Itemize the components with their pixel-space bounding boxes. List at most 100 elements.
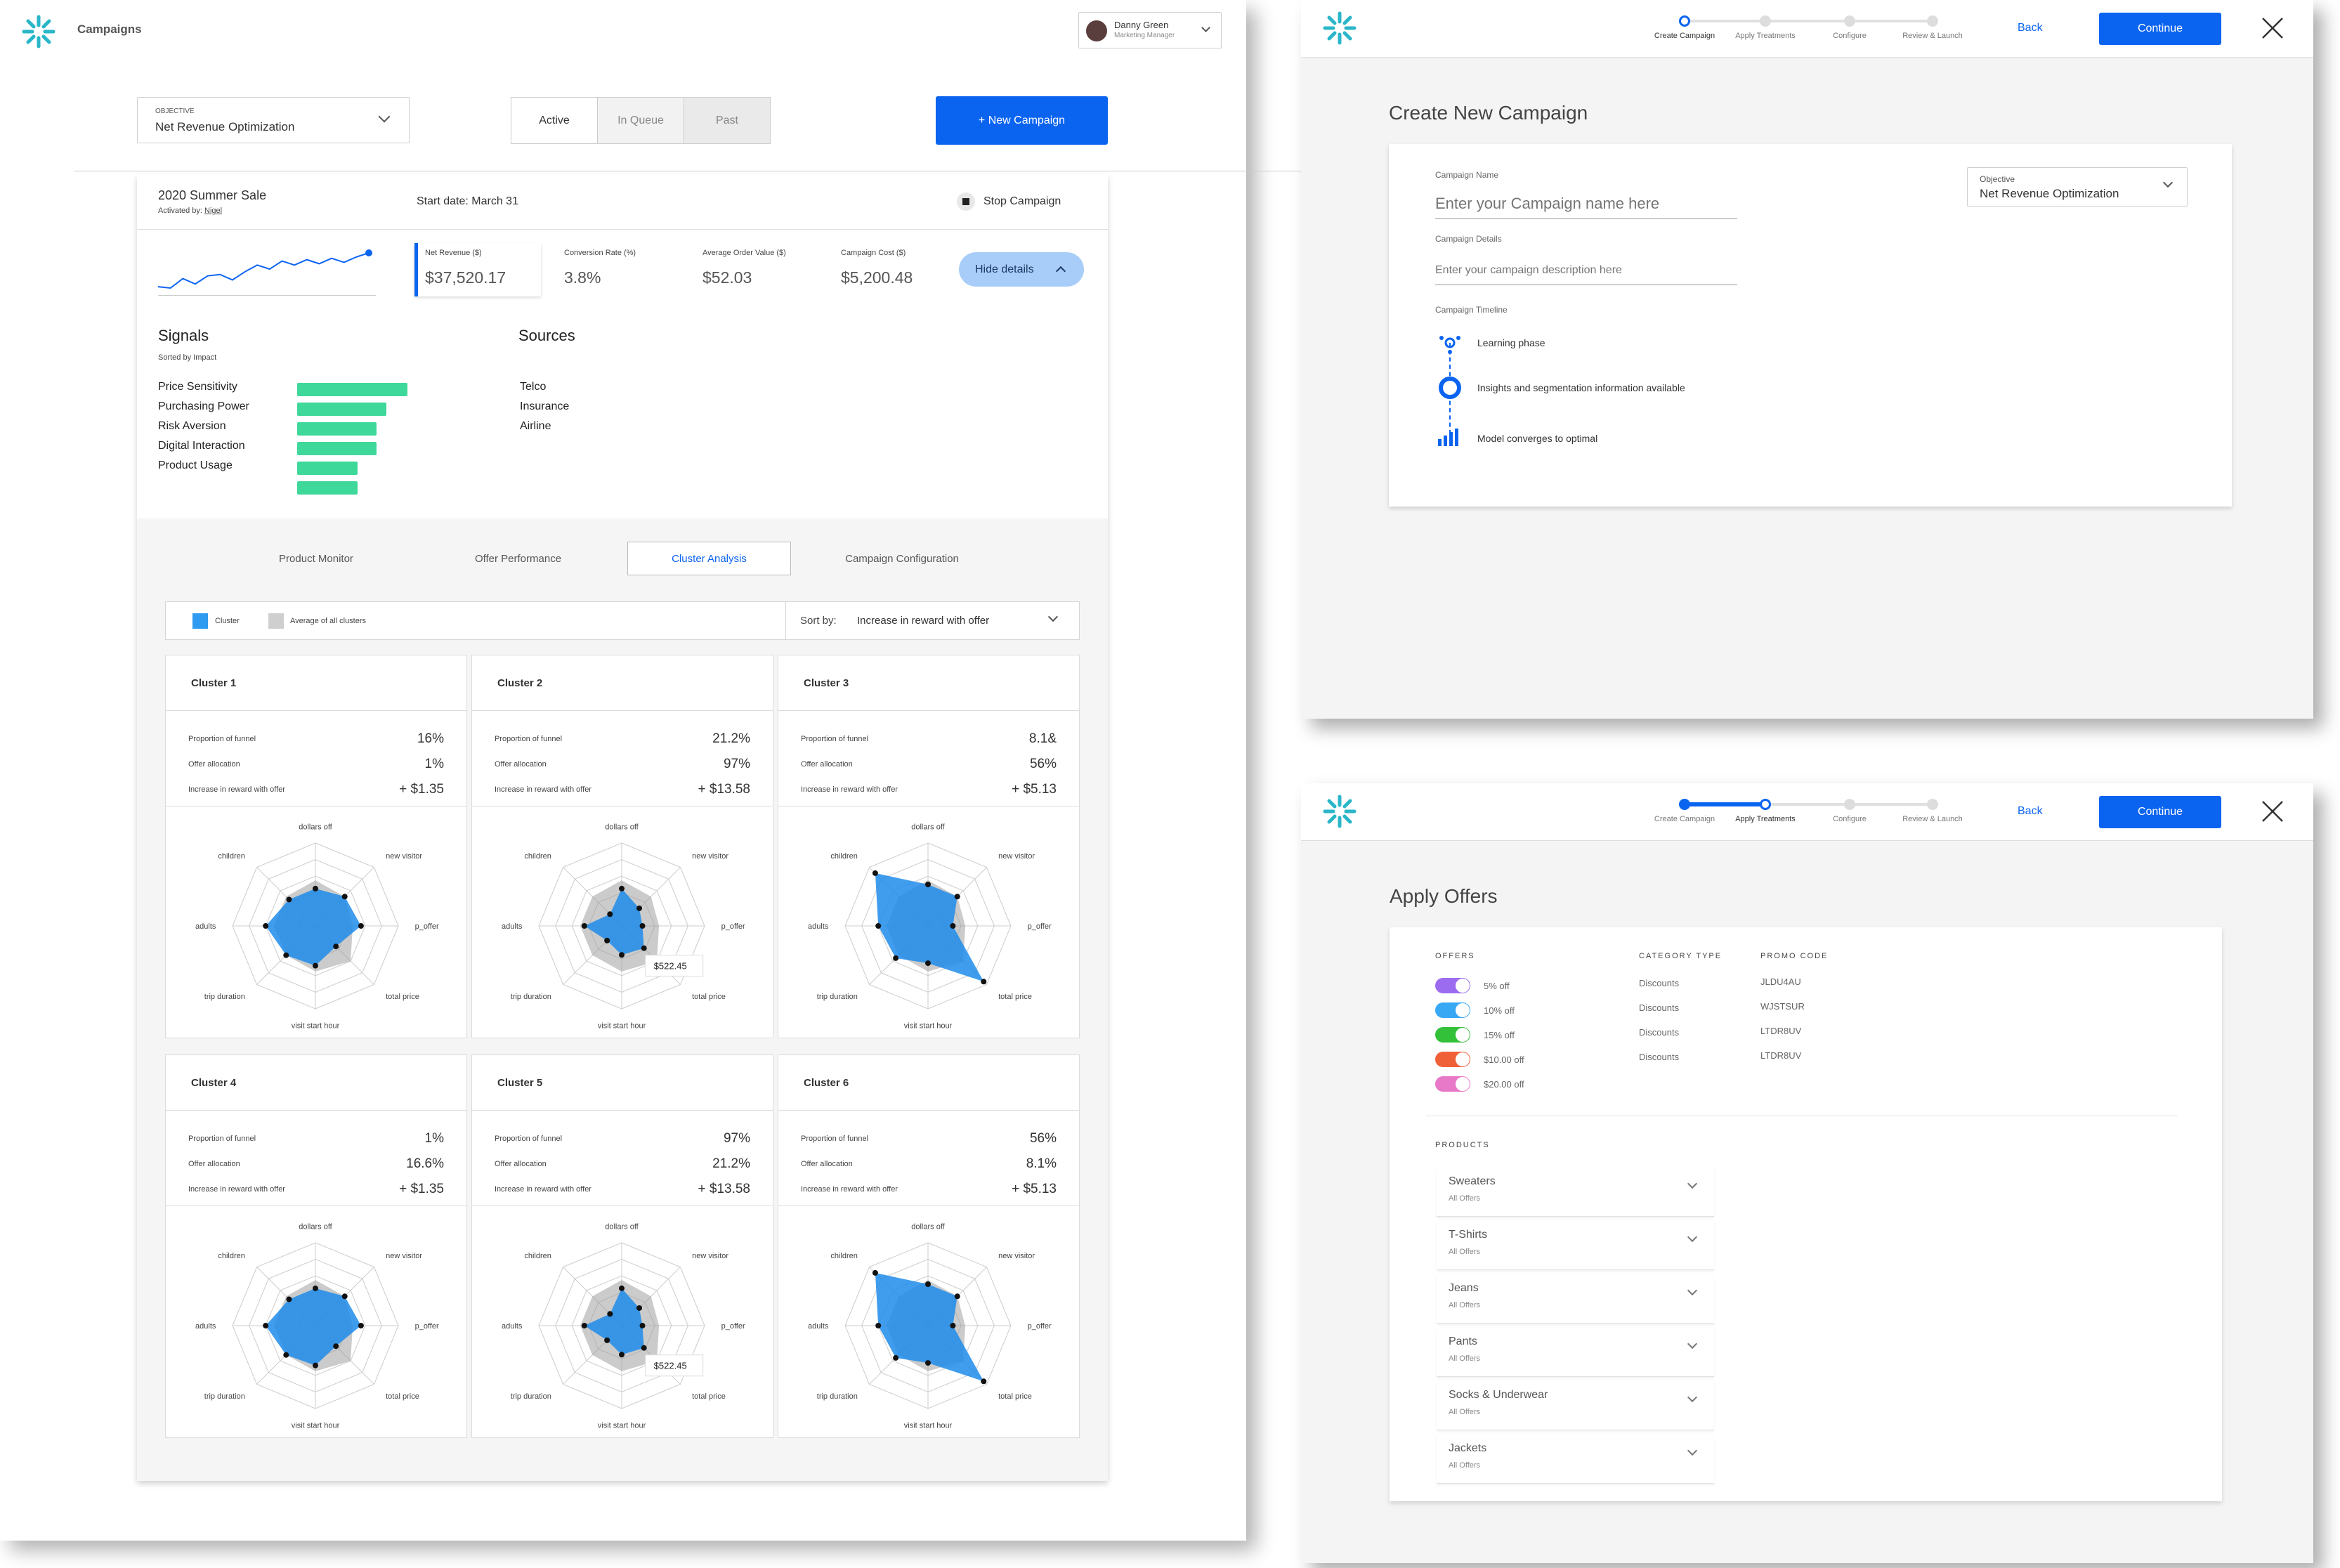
radar-point[interactable] bbox=[581, 1323, 587, 1328]
continue-button[interactable]: Continue bbox=[2099, 13, 2221, 45]
radar-point[interactable] bbox=[639, 1323, 646, 1328]
radar-point[interactable] bbox=[607, 911, 613, 917]
radar-point[interactable] bbox=[893, 1354, 899, 1361]
back-button[interactable]: Back bbox=[2018, 805, 2043, 818]
radar-point[interactable] bbox=[641, 1345, 647, 1351]
radar-point[interactable] bbox=[872, 1269, 878, 1276]
campaign-details-input[interactable] bbox=[1435, 256, 1737, 285]
analysis-tab-campaign-configuration[interactable]: Campaign Configuration bbox=[815, 542, 989, 575]
radar-point[interactable] bbox=[263, 923, 269, 929]
radar-point[interactable] bbox=[283, 1352, 289, 1358]
radar-point[interactable] bbox=[286, 896, 292, 903]
radar-point[interactable] bbox=[333, 943, 339, 950]
stop-campaign-button[interactable]: Stop Campaign bbox=[957, 192, 1061, 211]
radar-point[interactable] bbox=[925, 960, 931, 967]
back-button[interactable]: Back bbox=[2018, 22, 2043, 34]
radar-point[interactable] bbox=[313, 962, 318, 969]
tab-past[interactable]: Past bbox=[684, 98, 770, 143]
step-label[interactable]: Create Campaign bbox=[1654, 32, 1715, 40]
step-dot[interactable] bbox=[1760, 15, 1771, 27]
radar-point[interactable] bbox=[313, 885, 318, 891]
app-logo[interactable] bbox=[1322, 794, 1357, 829]
product-dropdown[interactable]: Sweaters All Offers bbox=[1437, 1168, 1714, 1217]
radar-point[interactable] bbox=[619, 1285, 625, 1291]
offer-toggle[interactable] bbox=[1435, 1076, 1470, 1092]
offer-toggle[interactable] bbox=[1435, 1027, 1470, 1043]
radar-point[interactable] bbox=[286, 1296, 292, 1302]
radar-point[interactable] bbox=[875, 923, 882, 929]
radar-point[interactable] bbox=[619, 952, 625, 958]
radar-point[interactable] bbox=[950, 923, 956, 929]
radar-point[interactable] bbox=[581, 923, 587, 929]
radar-point[interactable] bbox=[358, 1323, 364, 1328]
radar-point[interactable] bbox=[313, 1362, 318, 1368]
step-dot[interactable] bbox=[1844, 15, 1855, 27]
product-dropdown[interactable]: Jackets All Offers bbox=[1437, 1435, 1714, 1484]
step-dot[interactable] bbox=[1927, 799, 1938, 810]
radar-point[interactable] bbox=[313, 1285, 318, 1291]
radar-point[interactable] bbox=[604, 1337, 610, 1343]
product-dropdown[interactable]: Pants All Offers bbox=[1437, 1328, 1714, 1377]
offer-toggle[interactable] bbox=[1435, 1002, 1470, 1018]
product-dropdown[interactable]: Socks & Underwear All Offers bbox=[1437, 1381, 1714, 1430]
objective-select[interactable]: OBJECTIVE Net Revenue Optimization bbox=[137, 97, 410, 143]
tab-in-queue[interactable]: In Queue bbox=[598, 98, 684, 143]
step-label[interactable]: Review & Launch bbox=[1902, 32, 1963, 40]
step-label[interactable]: Create Campaign bbox=[1654, 815, 1715, 823]
radar-point[interactable] bbox=[636, 1305, 643, 1311]
tab-active[interactable]: Active bbox=[511, 98, 598, 143]
radar-point[interactable] bbox=[604, 937, 610, 943]
product-dropdown[interactable]: Jeans All Offers bbox=[1437, 1274, 1714, 1324]
step-label[interactable]: Configure bbox=[1833, 32, 1867, 40]
close-icon[interactable] bbox=[2261, 799, 2285, 823]
create-objective-select[interactable]: Objective Net Revenue Optimization bbox=[1967, 167, 2188, 207]
radar-point[interactable] bbox=[641, 945, 647, 951]
app-logo[interactable] bbox=[21, 14, 56, 49]
step-dot[interactable] bbox=[1760, 799, 1771, 810]
continue-button[interactable]: Continue bbox=[2099, 796, 2221, 828]
close-icon[interactable] bbox=[2261, 16, 2285, 40]
product-dropdown[interactable]: T-Shirts All Offers bbox=[1437, 1221, 1714, 1270]
analysis-tab-offer-performance[interactable]: Offer Performance bbox=[429, 542, 608, 575]
step-label[interactable]: Apply Treatments bbox=[1735, 815, 1796, 823]
radar-point[interactable] bbox=[341, 1293, 348, 1300]
radar-point[interactable] bbox=[619, 885, 625, 891]
radar-point[interactable] bbox=[925, 1360, 931, 1366]
radar-point[interactable] bbox=[619, 1352, 625, 1358]
radar-point[interactable] bbox=[954, 1293, 960, 1300]
analysis-tab-cluster-analysis[interactable]: Cluster Analysis bbox=[627, 542, 791, 575]
radar-point[interactable] bbox=[981, 979, 987, 985]
radar-point[interactable] bbox=[333, 1343, 339, 1350]
radar-point[interactable] bbox=[925, 882, 931, 887]
step-label[interactable]: Configure bbox=[1833, 815, 1867, 823]
app-logo[interactable] bbox=[1322, 11, 1357, 46]
activated-user[interactable]: Nigel bbox=[204, 207, 222, 215]
offer-toggle[interactable] bbox=[1435, 978, 1470, 993]
radar-point[interactable] bbox=[925, 1281, 931, 1287]
step-label[interactable]: Apply Treatments bbox=[1735, 32, 1796, 40]
step-dot[interactable] bbox=[1679, 15, 1690, 27]
sort-select[interactable]: Increase in reward with offer bbox=[857, 615, 989, 627]
radar-point[interactable] bbox=[872, 870, 878, 876]
radar-point[interactable] bbox=[954, 894, 960, 900]
step-label[interactable]: Review & Launch bbox=[1902, 815, 1963, 823]
radar-point[interactable] bbox=[875, 1323, 882, 1328]
hide-details-button[interactable]: Hide details bbox=[959, 252, 1084, 287]
radar-point[interactable] bbox=[636, 905, 643, 911]
radar-point[interactable] bbox=[607, 1311, 613, 1317]
radar-point[interactable] bbox=[981, 1378, 987, 1385]
radar-point[interactable] bbox=[950, 1323, 956, 1328]
new-campaign-button[interactable]: + New Campaign bbox=[936, 96, 1108, 145]
step-dot[interactable] bbox=[1844, 799, 1855, 810]
step-dot[interactable] bbox=[1927, 15, 1938, 27]
user-menu[interactable]: Danny Green Marketing Manager bbox=[1078, 12, 1222, 48]
analysis-tab-product-monitor[interactable]: Product Monitor bbox=[232, 542, 400, 575]
radar-point[interactable] bbox=[341, 894, 348, 900]
offer-toggle[interactable] bbox=[1435, 1052, 1470, 1067]
campaign-name-input[interactable] bbox=[1435, 188, 1737, 219]
radar-point[interactable] bbox=[263, 1323, 269, 1328]
step-dot[interactable] bbox=[1679, 799, 1690, 810]
radar-point[interactable] bbox=[893, 955, 899, 961]
radar-point[interactable] bbox=[283, 952, 289, 958]
radar-point[interactable] bbox=[639, 923, 646, 929]
